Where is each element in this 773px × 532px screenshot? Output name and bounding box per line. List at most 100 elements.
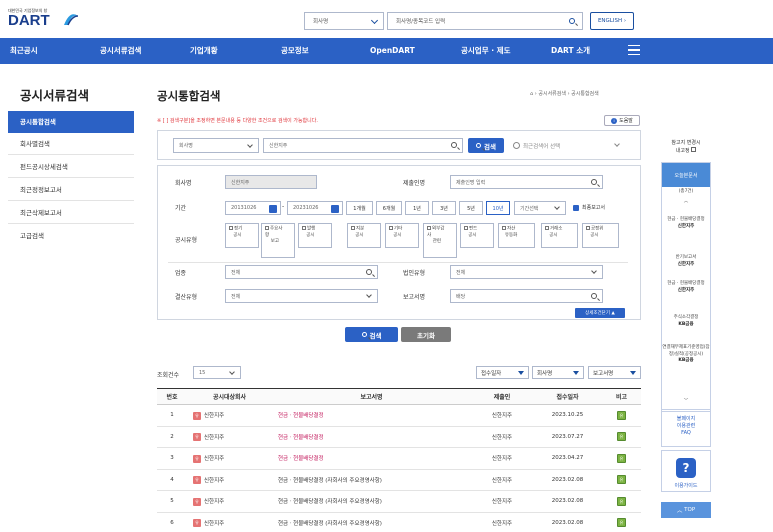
row-report-link[interactable]: 현금ㆍ현물배당결정 (자회사의 주요경영사항) xyxy=(278,499,382,505)
recent-viewed-item[interactable]: 현금 · 현물배당결정 신한지주 xyxy=(662,217,710,230)
table-row[interactable]: 3 유 신한지주 현금ㆍ현물배당결정 신한지주 2023.04.27 유 xyxy=(157,447,641,470)
sort-date-select[interactable]: 접수일자 xyxy=(476,366,529,379)
sidebar-item-corrected[interactable]: 최근정정보고서 xyxy=(8,179,134,201)
row-company[interactable]: 유 신한지주 xyxy=(187,490,272,513)
search-icon[interactable] xyxy=(451,142,457,148)
row-company-name[interactable]: 신한지주 xyxy=(204,521,224,527)
bigo-badge[interactable]: 유 xyxy=(617,453,626,463)
row-report[interactable]: 현금ㆍ현물배당결정 (자회사의 주요경영사항) xyxy=(272,469,471,491)
row-company-name[interactable]: 신한지주 xyxy=(204,413,224,419)
type-other-checkbox[interactable]: 기타 공시 xyxy=(385,223,419,248)
table-row[interactable]: 6 유 신한지주 현금ㆍ현물배당결정 (자회사의 주요경영사항) 신한지주 2023.02… xyxy=(157,512,641,532)
scroll-top-button[interactable]: ︿ TOP xyxy=(661,502,711,518)
search-type-select[interactable]: 회사명 xyxy=(173,138,259,153)
bigo-badge[interactable]: 유 xyxy=(617,410,626,420)
nav-offering-info[interactable]: 공모정보 xyxy=(281,38,309,64)
row-company-name[interactable]: 신한지주 xyxy=(204,456,224,462)
nav-doc-search[interactable]: 공시서류검색 xyxy=(100,38,141,64)
type-asset-checkbox[interactable]: 자산 유동화 xyxy=(498,223,535,248)
row-company-name[interactable]: 신한지주 xyxy=(204,499,224,505)
final-report-checkbox[interactable] xyxy=(573,205,579,211)
row-company[interactable]: 유 신한지주 xyxy=(187,404,272,427)
row-company-name[interactable]: 신한지주 xyxy=(204,478,224,484)
page-size-select[interactable]: 15 xyxy=(193,366,241,379)
recent-viewed-item[interactable]: 반기보고서 신한지주 xyxy=(662,255,710,268)
type-exchange-checkbox[interactable]: 거래소 공시 xyxy=(541,223,578,248)
main-search-button[interactable]: 검색 xyxy=(468,138,504,153)
sidebar-item-deleted[interactable]: 최근삭제보고서 xyxy=(8,202,134,224)
row-report-link[interactable]: 현금ㆍ현물배당결정 xyxy=(278,413,324,419)
type-equity-checkbox[interactable]: 지분 공시 xyxy=(347,223,381,248)
search-icon[interactable] xyxy=(366,269,372,275)
report-name-input[interactable]: 배당 xyxy=(450,289,603,303)
sidebar-item-company[interactable]: 회사별검색 xyxy=(8,133,134,155)
type-fund-checkbox[interactable]: 펀드 공시 xyxy=(460,223,494,248)
row-company-name[interactable]: 신한지주 xyxy=(204,435,224,441)
search-icon[interactable] xyxy=(591,293,597,299)
faq-link[interactable]: 볼페이지 이용관련 FAQ xyxy=(661,409,711,447)
dart-logo[interactable]: DART xyxy=(8,12,50,29)
date-to-input[interactable]: 20231026 xyxy=(287,201,343,215)
date-from-input[interactable]: 20131026 xyxy=(225,201,281,215)
type-major-checkbox[interactable]: 주요사 항 보고 xyxy=(261,223,295,258)
nav-disclosure-system[interactable]: 공시업무 · 제도 xyxy=(461,38,510,64)
row-report-link[interactable]: 현금ㆍ현물배당결정 (자회사의 주요경영사항) xyxy=(278,478,382,484)
nav-corp-overview[interactable]: 기업개황 xyxy=(190,38,218,64)
search-keyword-input[interactable]: 신한지주 xyxy=(263,138,463,153)
user-guide-link[interactable]: ? 이용가이드 xyxy=(661,450,711,492)
row-report[interactable]: 현금ㆍ현물배당결정 (자회사의 주요경영사항) xyxy=(272,490,471,513)
row-company[interactable]: 유 신한지주 xyxy=(187,512,272,532)
bigo-badge[interactable]: 유 xyxy=(617,518,626,528)
row-report[interactable]: 현금ㆍ현물배당결정 xyxy=(272,447,471,470)
period-5y-button[interactable]: 5년 xyxy=(459,201,483,215)
submitter-input[interactable]: 제출인명 입력 xyxy=(450,175,603,189)
period-1m-button[interactable]: 1개월 xyxy=(346,201,373,215)
top-search-type-select[interactable]: 회사명 xyxy=(304,12,384,30)
reset-button[interactable]: 초기화 xyxy=(401,327,451,342)
table-row[interactable]: 2 유 신한지주 현금ㆍ현물배당결정 신한지주 2023.07.27 유 xyxy=(157,426,641,448)
menu-icon[interactable] xyxy=(628,45,640,55)
table-row[interactable]: 4 유 신한지주 현금ㆍ현물배당결정 (자회사의 주요경영사항) 신한지주 2023.02… xyxy=(157,469,641,491)
top-search-input[interactable]: 회사명/종목코드 입력 xyxy=(387,12,583,30)
quick-fix-toggle[interactable]: 참고지 변경시 내고정 xyxy=(661,140,711,155)
type-ftc-checkbox[interactable]: 공정위 공시 xyxy=(582,223,619,248)
bigo-badge[interactable]: 유 xyxy=(617,475,626,485)
sidebar-item-integrated[interactable]: 공시통합검색 xyxy=(8,111,134,133)
row-report-link[interactable]: 현금ㆍ현물배당결정 (자회사의 주요경영사항) xyxy=(278,521,382,527)
recent-search-select[interactable]: 최근검색어 선택 xyxy=(513,138,625,153)
recent-viewed-item[interactable]: 현금 · 현물배당결정 신한지주 xyxy=(662,281,710,294)
period-select[interactable]: 기간선택 xyxy=(514,201,566,215)
sidebar-item-fund[interactable]: 펀드공시상세검색 xyxy=(8,156,134,178)
period-6m-button[interactable]: 6개월 xyxy=(376,201,402,215)
english-button[interactable]: ENGLISH › xyxy=(590,12,634,30)
period-1y-button[interactable]: 1년 xyxy=(405,201,429,215)
period-10y-button[interactable]: 10년 xyxy=(486,201,510,215)
recent-viewed-item[interactable]: 연결재무제표기준영업(잠정)실적(공정공시) KB금융 xyxy=(662,345,710,365)
period-3y-button[interactable]: 3년 xyxy=(432,201,456,215)
search-icon[interactable] xyxy=(591,179,597,185)
row-report[interactable]: 현금ㆍ현물배당결정 xyxy=(272,426,471,448)
row-company[interactable]: 유 신한지주 xyxy=(187,447,272,470)
bigo-badge[interactable]: 유 xyxy=(617,496,626,506)
nav-opendart[interactable]: OpenDART xyxy=(370,38,415,64)
type-audit-checkbox[interactable]: 외부감 사 관련 xyxy=(423,223,457,258)
recent-viewed-item[interactable]: 주식소각결정 KB금융 xyxy=(662,315,710,328)
bigo-badge[interactable]: 유 xyxy=(617,432,626,442)
sort-company-select[interactable]: 회사명 xyxy=(532,366,584,379)
corp-type-select[interactable]: 전체 xyxy=(450,265,603,279)
sort-report-select[interactable]: 보고서명 xyxy=(588,366,641,379)
search-button[interactable]: 검색 xyxy=(345,327,398,342)
type-issue-checkbox[interactable]: 발행 공시 xyxy=(298,223,332,248)
chevron-down-icon[interactable]: ﹀ xyxy=(662,399,710,406)
row-report[interactable]: 현금ㆍ현물배당결정 xyxy=(272,404,471,427)
sidebar-item-advanced[interactable]: 고급검색 xyxy=(8,225,134,247)
row-report[interactable]: 현금ㆍ현물배당결정 (자회사의 주요경영사항) xyxy=(272,512,471,532)
table-row[interactable]: 1 유 신한지주 현금ㆍ현물배당결정 신한지주 2023.10.25 유 xyxy=(157,404,641,427)
nav-recent[interactable]: 최근공시 xyxy=(10,38,38,64)
company-field[interactable]: 신한지주 xyxy=(225,175,317,189)
chevron-up-icon[interactable]: ︿ xyxy=(662,199,710,206)
row-company[interactable]: 유 신한지주 xyxy=(187,469,272,491)
type-regular-checkbox[interactable]: 정기 공시 xyxy=(225,223,259,248)
home-icon[interactable]: ⌂ xyxy=(530,91,533,97)
nav-dart-intro[interactable]: DART 소개 xyxy=(551,38,590,64)
